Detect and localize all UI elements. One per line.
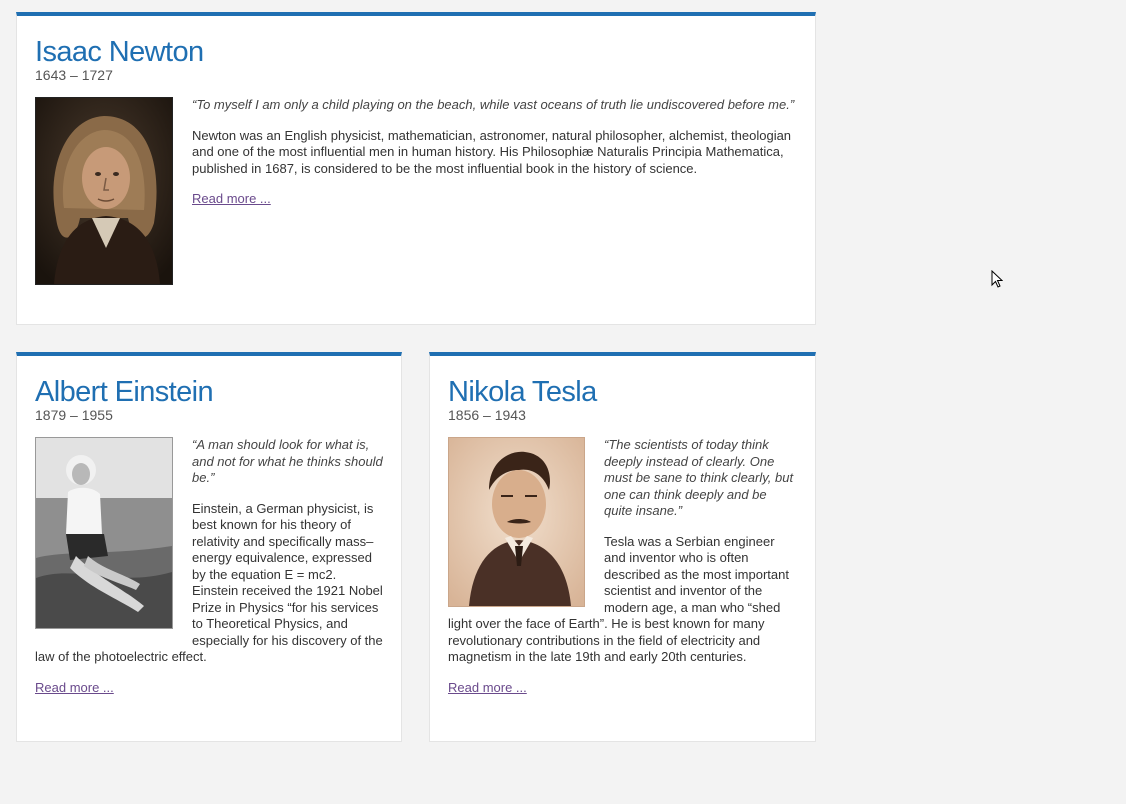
card-body: “A man should look for what is, and not … [35, 437, 383, 696]
read-more-link[interactable]: Read more ... [192, 191, 271, 206]
scientist-card-newton: Isaac Newton 1643 – 1727 “To myself I am… [16, 12, 816, 325]
einstein-portrait-image [35, 437, 173, 629]
scientist-name: Albert Einstein [35, 376, 214, 408]
scientist-name: Isaac Newton [35, 36, 204, 68]
scientist-dates: 1856 – 1943 [448, 407, 526, 423]
read-more-link[interactable]: Read more ... [35, 680, 114, 695]
card-body: “To myself I am only a child playing on … [35, 97, 797, 285]
scientist-dates: 1879 – 1955 [35, 407, 113, 423]
scientist-card-tesla: Nikola Tesla 1856 – 1943 “The scientists… [429, 352, 816, 742]
mouse-pointer-icon [991, 269, 1004, 288]
scientist-dates: 1643 – 1727 [35, 67, 113, 83]
read-more-link[interactable]: Read more ... [448, 680, 527, 695]
card-body: “The scientists of today think deeply in… [448, 437, 797, 696]
scientist-name: Nikola Tesla [448, 376, 597, 408]
tesla-portrait-image [448, 437, 585, 607]
scientist-card-einstein: Albert Einstein 1879 – 1955 “A man shoul… [16, 352, 402, 742]
newton-portrait-image [35, 97, 173, 285]
